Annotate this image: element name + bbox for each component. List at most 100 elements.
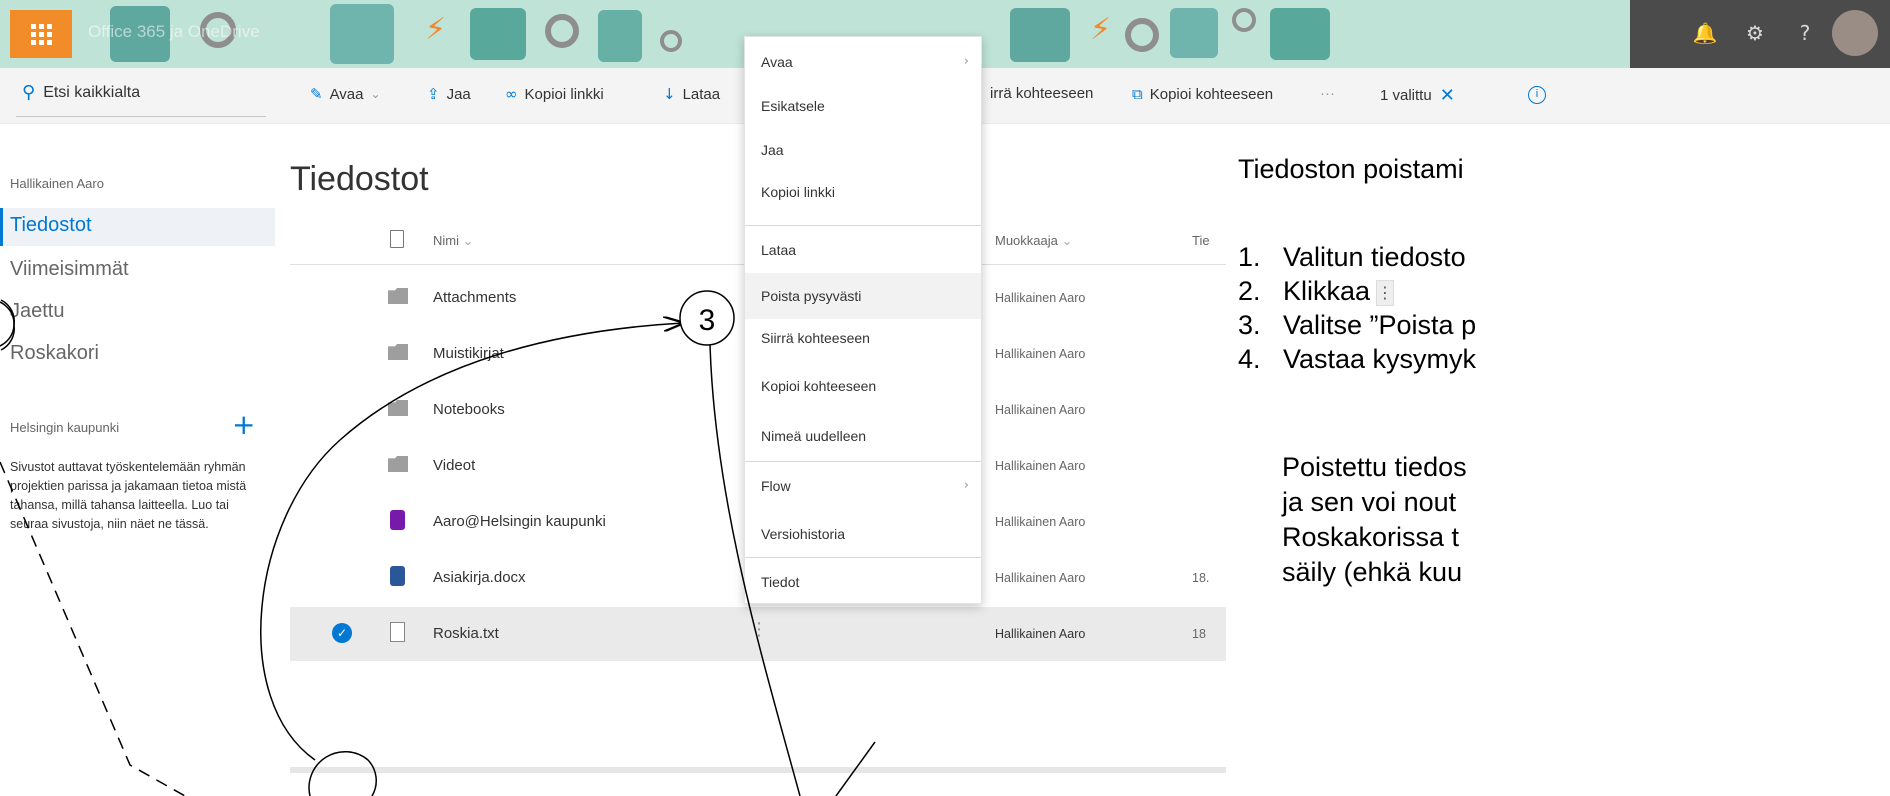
help-icon[interactable]: ? [1790,18,1820,48]
file-modifier: Hallikainen Aaro [995,459,1086,473]
info-icon[interactable]: i [1528,86,1546,104]
nav-item-recycle-bin[interactable]: Roskakori [10,342,99,365]
file-name[interactable]: Notebooks [433,401,505,418]
waffle-icon [30,23,52,45]
move-to-button[interactable]: irrä kohteeseen [990,85,1093,102]
menu-item-preview[interactable]: Esikatsele [745,87,981,125]
search-box[interactable]: ⚲ Etsi kaikkialta [22,82,140,103]
menu-item-copy-link[interactable]: Kopioi linkki [745,173,981,211]
search-underline [16,116,266,117]
share-icon: ⇪ [427,85,440,103]
open-label: Avaa [329,85,364,103]
file-name[interactable]: Roskia.txt [433,625,499,642]
step-text: Valitun tiedosto [1283,242,1466,272]
menu-item-details[interactable]: Tiedot [745,563,981,601]
checkmark-icon[interactable]: ✓ [332,623,352,643]
copy-link-button[interactable]: ∞ Kopioi linkki [505,85,604,103]
note-line: Poistettu tiedos [1282,452,1467,482]
sites-description: Sivustot auttavat työskentelemään ryhmän… [10,460,247,531]
nav-owner-name: Hallikainen Aaro [10,176,104,191]
close-icon[interactable]: ✕ [1440,85,1455,106]
folder-icon [388,288,408,304]
file-name[interactable]: Asiakirja.docx [433,569,526,586]
instruction-step: 1. Valitun tiedosto [1238,240,1476,274]
menu-item-open[interactable]: Avaa › [745,43,981,81]
step-number: 2. [1238,276,1261,306]
nav-group-label: Helsingin kaupunki [10,420,120,435]
menu-item-move-to[interactable]: Siirrä kohteeseen [745,319,981,357]
left-nav: Hallikainen Aaro Tiedostot Viimeisimmät … [0,124,275,796]
open-button[interactable]: ✎ Avaa ⌄ [310,85,381,103]
robot-decoration [1270,8,1330,60]
column-header-date[interactable]: Tie [1192,233,1210,248]
file-name[interactable]: Muistikirjat [433,345,504,362]
file-name[interactable]: Aaro@Helsingin kaupunki [433,513,606,530]
gear-decoration [660,30,682,52]
menu-divider [745,557,981,558]
chevron-down-icon: ⌄ [370,87,381,101]
lightning-decoration: ⚡ [1090,12,1112,47]
file-modifier: Hallikainen Aaro [995,347,1086,361]
column-header-name[interactable]: Nimi ⌄ [433,233,474,249]
menu-item-delete-permanently[interactable]: Poista pysyvästi [745,273,981,319]
instruction-step: 3. Valitse ”Poista p [1238,308,1476,342]
note-line: säily (ehkä kuu [1282,557,1463,587]
add-site-icon[interactable]: + [232,408,255,441]
menu-item-share[interactable]: Jaa [745,131,981,169]
onenote-icon [390,510,405,530]
menu-item-label: Avaa [761,54,793,70]
gear-decoration [1232,8,1256,32]
step-text: Vastaa kysymyk [1283,344,1477,374]
column-header-modifier[interactable]: Muokkaaja ⌄ [995,233,1072,249]
nav-item-recent[interactable]: Viimeisimmät [10,258,129,281]
menu-item-download[interactable]: Lataa [745,231,981,269]
more-vertical-icon: ⋮ [1376,279,1395,306]
file-modifier: Hallikainen Aaro [995,291,1086,305]
file-modifier: Hallikainen Aaro [995,627,1086,641]
pencil-icon: ✎ [310,85,323,103]
nav-item-files[interactable]: Tiedostot [10,214,92,237]
app-launcher-button[interactable] [10,10,72,58]
gear-icon[interactable]: ⚙ [1740,18,1770,48]
robot-decoration [1010,8,1070,62]
instruction-steps: 1. Valitun tiedosto 2. Klikkaa ⋮ 3. Valit… [1238,240,1476,376]
more-label: ··· [1320,85,1335,102]
gear-decoration [1125,18,1159,52]
step-text: Valitse ”Poista p [1283,310,1477,340]
lightning-decoration: ⚡ [425,12,447,47]
text-file-icon [390,622,405,642]
search-input[interactable]: Etsi kaikkialta [43,84,140,102]
selection-status: 1 valittu ✕ [1380,85,1455,106]
file-name[interactable]: Attachments [433,289,516,306]
robot-decoration [598,10,642,62]
step-number: 4. [1238,344,1261,374]
copy-to-button[interactable]: ⧉ Kopioi kohteeseen [1132,85,1273,103]
share-button[interactable]: ⇪ Jaa [427,85,471,103]
menu-item-flow[interactable]: Flow › [745,467,981,505]
copy-link-label: Kopioi linkki [524,85,604,103]
suite-right-area: 🔔 ⚙ ? [1630,0,1890,68]
instruction-note: Poistettu tiedos ja sen voi nout Roskako… [1282,450,1467,590]
suite-title: Office 365 ja OneDrive [88,22,260,41]
robot-decoration [470,8,526,60]
chevron-right-icon: › [963,478,969,493]
nav-item-shared[interactable]: Jaettu [10,300,64,323]
menu-item-rename[interactable]: Nimeä uudelleen [745,417,981,455]
download-button[interactable]: ↓ Lataa [663,85,720,103]
more-commands-button[interactable]: ··· [1320,85,1335,102]
bell-icon[interactable]: 🔔 [1690,18,1720,48]
file-type-icon [390,230,404,248]
move-to-label: irrä kohteeseen [990,85,1094,102]
download-icon: ↓ [663,85,676,103]
menu-item-copy-to[interactable]: Kopioi kohteeseen [745,367,981,405]
note-line: Roskakorissa t [1282,522,1460,552]
menu-divider [745,225,981,226]
link-icon: ∞ [505,85,518,103]
gear-decoration [545,14,579,48]
instruction-step: 4. Vastaa kysymyk [1238,342,1476,376]
file-name[interactable]: Videot [433,457,475,474]
avatar[interactable] [1832,10,1878,56]
share-label: Jaa [446,85,471,103]
menu-item-version-history[interactable]: Versiohistoria [745,515,981,553]
more-vertical-icon[interactable]: ⋮ [750,619,768,640]
